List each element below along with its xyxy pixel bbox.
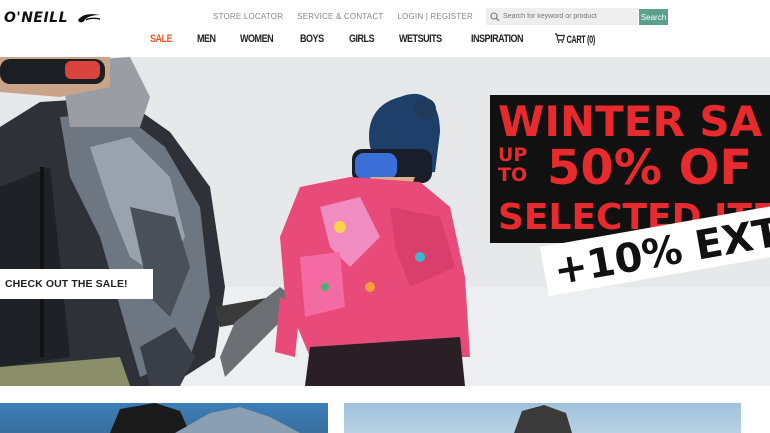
sale-cta-button[interactable]: CHECK OUT THE SALE! <box>0 269 153 299</box>
category-tiles <box>0 403 770 433</box>
main-nav: SALE MEN WOMEN BOYS GIRLS WETSUITS INSPI… <box>150 33 652 46</box>
wave-logo-icon <box>78 14 101 23</box>
nav-item-women[interactable]: WOMEN <box>240 33 274 46</box>
search-field <box>486 8 638 25</box>
nav-item-boys[interactable]: BOYS <box>300 33 324 46</box>
login-register-link[interactable]: LOGIN | REGISTER <box>397 12 473 21</box>
store-locator-link[interactable]: STORE LOCATOR <box>213 12 283 21</box>
nav-item-girls[interactable]: GIRLS <box>349 33 375 46</box>
nav-item-men[interactable]: MEN <box>197 33 216 46</box>
promo-to: TO <box>498 164 528 186</box>
promo-headline: WINTER SA <box>498 97 763 146</box>
category-tile[interactable] <box>344 403 741 433</box>
tile-photo <box>110 403 300 433</box>
cart-link[interactable]: CART (0) <box>554 33 618 46</box>
hero-banner[interactable]: WINTER SA UP TO 50% OF SELECTED ITE +10%… <box>0 57 770 386</box>
cart-label: CART (0) <box>566 34 596 46</box>
promo-up: UP <box>498 144 528 166</box>
nav-item-wetsuits[interactable]: WETSUITS <box>399 33 442 46</box>
nav-item-inspiration[interactable]: INSPIRATION <box>471 33 524 46</box>
tile-photo <box>514 405 572 433</box>
search-button[interactable]: Search <box>639 9 668 25</box>
site-header: O'NEILL STORE LOCATOR SERVICE & CONTACT … <box>0 0 770 57</box>
category-tile[interactable] <box>0 403 328 433</box>
search-icon <box>490 11 500 21</box>
service-contact-link[interactable]: SERVICE & CONTACT <box>297 12 383 21</box>
nav-item-sale[interactable]: SALE <box>150 33 173 46</box>
cart-icon <box>554 33 566 43</box>
promo-discount: 50% OF <box>547 140 753 196</box>
brand-wordmark: O'NEILL <box>4 10 69 26</box>
search-input[interactable] <box>500 13 631 20</box>
brand-logo[interactable]: O'NEILL <box>4 10 102 26</box>
